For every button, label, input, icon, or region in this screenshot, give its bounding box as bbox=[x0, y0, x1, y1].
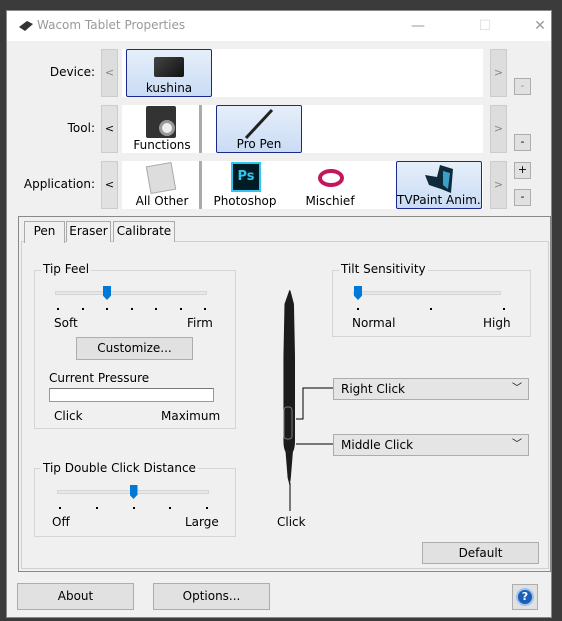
mischief-icon bbox=[318, 169, 344, 187]
app-item-tvpaint[interactable]: TVPaint Anim... bbox=[396, 161, 482, 209]
application-remove-button[interactable]: - bbox=[514, 189, 531, 206]
tool-remove-button[interactable]: - bbox=[514, 134, 531, 151]
tab-calibrate[interactable]: Calibrate bbox=[113, 221, 175, 242]
upper-button-value: Right Click bbox=[341, 382, 406, 396]
chevron-down-icon: ﹀ bbox=[512, 383, 522, 394]
app-item-label: All Other bbox=[135, 194, 189, 208]
application-add-button[interactable]: + bbox=[514, 162, 531, 179]
slider-tick bbox=[81, 308, 84, 310]
slider-tick bbox=[155, 308, 157, 310]
pressure-bar bbox=[49, 388, 214, 402]
functions-icon bbox=[146, 106, 176, 138]
app-item-all-other[interactable]: All Other bbox=[126, 161, 198, 209]
close-button[interactable]: ✕ bbox=[525, 16, 555, 36]
chevron-down-icon: ﹀ bbox=[512, 439, 522, 450]
options-button[interactable]: Options... bbox=[153, 583, 270, 610]
butterfly-icon bbox=[425, 165, 453, 193]
all-other-icon bbox=[145, 161, 177, 195]
tilt-title: Tilt Sensitivity bbox=[339, 262, 428, 276]
tip-feel-min-label: Soft bbox=[54, 316, 78, 330]
application-prev-button[interactable]: < bbox=[101, 161, 118, 209]
tool-item-label: Pro Pen bbox=[236, 137, 282, 151]
double-click-title: Tip Double Click Distance bbox=[41, 461, 198, 475]
default-button[interactable]: Default bbox=[422, 542, 539, 564]
tablet-image-icon bbox=[154, 57, 184, 77]
device-label: Device: bbox=[49, 65, 95, 79]
tilt-max-label: High bbox=[483, 316, 511, 330]
app-item-mischief[interactable]: Mischief bbox=[288, 161, 372, 209]
tool-label: Tool: bbox=[67, 121, 95, 135]
app-item-label: Mischief bbox=[305, 194, 355, 208]
lower-button-dropdown[interactable]: Middle Click ﹀ bbox=[333, 434, 529, 456]
app-item-label: TVPaint Anim... bbox=[397, 193, 481, 207]
slider-tick bbox=[169, 507, 172, 509]
slider-tick bbox=[59, 507, 61, 509]
maximize-button[interactable]: ☐ bbox=[470, 16, 500, 36]
device-list: kushina bbox=[122, 49, 483, 97]
tab-eraser[interactable]: Eraser bbox=[66, 221, 111, 242]
tip-feel-slider-track[interactable] bbox=[55, 291, 207, 295]
tool-item-label: Functions bbox=[133, 138, 191, 152]
tip-feel-title: Tip Feel bbox=[41, 262, 92, 276]
tip-function-label: Click bbox=[277, 515, 306, 529]
tab-pen[interactable]: Pen bbox=[24, 221, 65, 243]
slider-tick bbox=[132, 507, 135, 509]
slider-tick bbox=[95, 507, 98, 509]
slider-tick bbox=[179, 308, 182, 310]
slider-tick bbox=[106, 308, 108, 310]
tilt-slider-track[interactable] bbox=[353, 291, 501, 295]
customize-button[interactable]: Customize... bbox=[76, 337, 193, 360]
slider-tick bbox=[430, 308, 432, 310]
tablet-icon bbox=[19, 21, 33, 31]
device-prev-button[interactable]: < bbox=[101, 49, 118, 97]
slider-tick bbox=[357, 308, 359, 310]
pen-icon bbox=[244, 108, 274, 140]
minimize-button[interactable]: — bbox=[403, 16, 433, 36]
app-item-photoshop[interactable]: Ps Photoshop bbox=[204, 161, 286, 209]
tip-feel-max-label: Firm bbox=[187, 316, 213, 330]
about-button[interactable]: About bbox=[17, 583, 134, 610]
application-next-button[interactable]: > bbox=[490, 161, 507, 209]
pressure-min-label: Click bbox=[54, 409, 83, 423]
device-next-button[interactable]: > bbox=[490, 49, 507, 97]
double-click-max-label: Large bbox=[185, 515, 219, 529]
help-button[interactable]: ? bbox=[512, 584, 538, 610]
title-bar: Wacom Tablet Properties — ☐ ✕ bbox=[7, 11, 551, 41]
slider-tick bbox=[57, 308, 59, 310]
window-title: Wacom Tablet Properties bbox=[37, 18, 186, 32]
double-click-min-label: Off bbox=[52, 515, 70, 529]
slider-tick bbox=[204, 308, 206, 310]
help-icon: ? bbox=[516, 588, 534, 606]
lower-button-value: Middle Click bbox=[341, 438, 414, 452]
device-item-label: kushina bbox=[145, 81, 193, 95]
slider-tick bbox=[130, 308, 133, 310]
pro-pen-image-icon bbox=[283, 290, 295, 486]
slider-tick bbox=[206, 507, 208, 509]
pen-diagram bbox=[283, 290, 333, 511]
slider-tick bbox=[503, 308, 505, 310]
tool-next-button[interactable]: > bbox=[490, 105, 507, 153]
upper-button-leader bbox=[296, 387, 333, 420]
tool-list: Functions Pro Pen bbox=[122, 105, 483, 153]
device-remove-button[interactable]: - bbox=[514, 78, 531, 95]
upper-button-dropdown[interactable]: Right Click ﹀ bbox=[333, 378, 529, 400]
photoshop-icon: Ps bbox=[231, 162, 261, 192]
application-label: Application: bbox=[23, 177, 95, 191]
tool-item-pro-pen[interactable]: Pro Pen bbox=[216, 105, 302, 153]
pressure-max-label: Maximum bbox=[161, 409, 221, 423]
tool-prev-button[interactable]: < bbox=[101, 105, 118, 153]
app-item-label: Photoshop bbox=[213, 194, 277, 208]
device-item-kushina[interactable]: kushina bbox=[126, 49, 212, 97]
application-list: All Other Ps Photoshop Mischief TVPaint … bbox=[122, 161, 483, 209]
tool-item-functions[interactable]: Functions bbox=[126, 105, 198, 153]
current-pressure-label: Current Pressure bbox=[49, 371, 150, 385]
tilt-min-label: Normal bbox=[352, 316, 396, 330]
